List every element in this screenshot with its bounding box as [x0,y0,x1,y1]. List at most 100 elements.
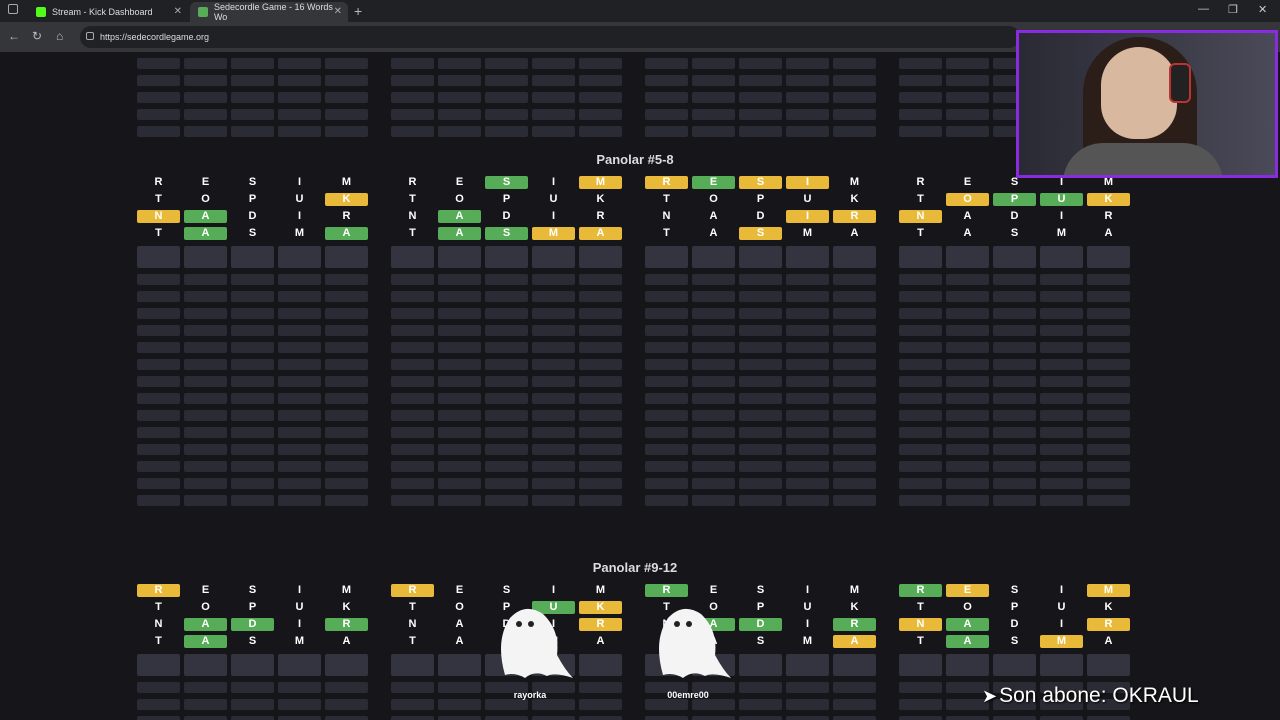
input-cell [184,654,227,676]
empty-cell [391,58,434,69]
reload-icon[interactable]: ↻ [32,29,42,43]
empty-cell [438,393,481,404]
letter-cell: I [1040,618,1083,631]
empty-cell [739,126,782,137]
empty-cell [899,682,942,693]
letter-cell: P [739,193,782,206]
empty-cell [137,308,180,319]
tab-sedecordle[interactable]: Sedecordle Game - 16 Words Wo ✕ [190,2,348,22]
empty-cell [786,478,829,489]
empty-cell [325,461,368,472]
empty-cell [786,126,829,137]
url-input[interactable]: https://sedecordlegame.org [80,26,1020,48]
window-menu-icon[interactable] [8,4,18,14]
letter-cell: T [899,193,942,206]
input-cell [739,246,782,268]
letter-cell: T [137,601,180,614]
empty-cell [579,478,622,489]
empty-cell [899,359,942,370]
empty-cell [325,699,368,710]
maximize-icon[interactable]: ❐ [1228,3,1238,16]
close-tab-icon[interactable]: ✕ [174,6,182,17]
empty-cell [391,75,434,86]
letter-cell: T [137,227,180,240]
empty-cell [137,376,180,387]
home-icon[interactable]: ⌂ [56,29,63,43]
empty-cell [645,699,688,710]
empty-cell [438,359,481,370]
letter-cell: A [325,635,368,648]
letter-cell: R [579,618,622,631]
guess-row: NADIR [137,210,372,227]
browser-tab-strip: Stream - Kick Dashboard ✕ Sedecordle Gam… [0,0,1280,22]
empty-cell [692,393,735,404]
letter-cell: I [532,210,575,223]
empty-cell [833,58,876,69]
empty-cell [993,308,1036,319]
streamer-body [1063,143,1223,175]
letter-cell: M [325,176,368,189]
letter-cell: R [645,584,688,597]
empty-cell [137,427,180,438]
input-cell [899,654,942,676]
empty-row [899,408,1134,425]
empty-row [899,306,1134,323]
empty-cell [325,495,368,506]
minimize-icon[interactable]: — [1198,3,1209,15]
empty-cell [946,376,989,387]
empty-cell [137,92,180,103]
empty-cell [278,291,321,302]
empty-cell [278,75,321,86]
empty-row [137,90,372,107]
empty-cell [786,682,829,693]
close-tab-icon[interactable]: ✕ [334,6,342,17]
empty-row [137,306,372,323]
last-subscriber-text: Son abone: OKRAUL [999,684,1199,707]
empty-cell [739,478,782,489]
input-row [899,654,1134,676]
letter-cell: M [532,227,575,240]
empty-cell [391,325,434,336]
site-info-icon[interactable] [86,32,94,40]
empty-cell [391,444,434,455]
tab-kick-dashboard[interactable]: Stream - Kick Dashboard ✕ [28,2,188,22]
empty-cell [1087,342,1130,353]
empty-cell [278,376,321,387]
empty-cell [786,109,829,120]
empty-cell [833,478,876,489]
empty-cell [137,461,180,472]
letter-cell: M [1040,227,1083,240]
empty-cell [1087,478,1130,489]
letter-cell: D [485,210,528,223]
empty-row [391,459,626,476]
close-window-icon[interactable]: ✕ [1258,3,1267,16]
empty-cell [278,308,321,319]
empty-cell [485,427,528,438]
empty-cell [579,495,622,506]
input-cell [137,246,180,268]
letter-cell: E [184,176,227,189]
empty-cell [485,410,528,421]
letter-cell: R [137,176,180,189]
back-icon[interactable]: ← [8,29,20,43]
empty-cell [1087,274,1130,285]
empty-cell [993,716,1036,720]
empty-cell [899,325,942,336]
empty-cell [946,478,989,489]
letter-cell: N [391,618,434,631]
new-tab-button[interactable]: + [354,3,362,19]
letter-cell: P [485,193,528,206]
input-cell [579,654,622,676]
empty-cell [833,359,876,370]
empty-cell [184,359,227,370]
empty-cell [137,478,180,489]
empty-cell [739,291,782,302]
letter-cell: I [786,618,829,631]
headset-icon [1169,63,1191,103]
empty-cell [184,393,227,404]
input-cell [184,246,227,268]
input-cell [325,246,368,268]
letter-cell: U [1040,601,1083,614]
empty-cell [899,126,942,137]
empty-cell [579,58,622,69]
